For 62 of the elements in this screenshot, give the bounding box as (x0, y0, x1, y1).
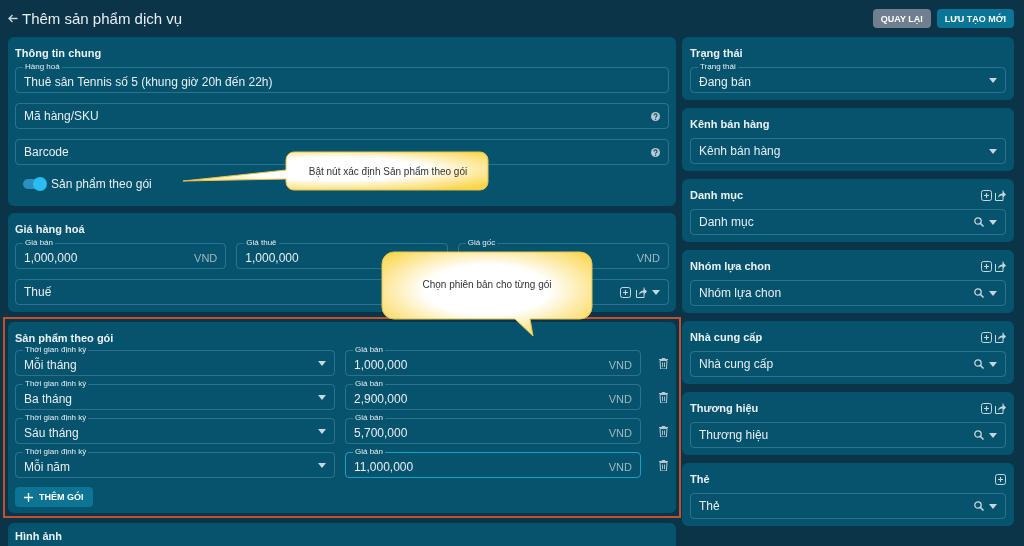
callout-tooltip: Bật nút xác định Sản phẩm theo gói (180, 150, 490, 192)
trash-icon[interactable] (659, 459, 668, 471)
trash-icon[interactable] (659, 391, 668, 403)
toggle-label: Sản phẩm theo gói (51, 177, 152, 191)
add-icon[interactable] (620, 286, 631, 298)
card-title: Thương hiệu (690, 402, 759, 414)
caret-icon[interactable] (989, 290, 997, 296)
add-icon[interactable] (981, 331, 992, 343)
caret-icon[interactable] (989, 361, 997, 367)
caret-icon[interactable] (318, 394, 326, 400)
share-icon[interactable] (636, 286, 647, 298)
add-package-button[interactable]: THÊM GÓI (15, 487, 93, 507)
dropdown-field[interactable]: Nhà cung cấp (690, 351, 1006, 377)
card-title: Kênh bán hàng (690, 118, 770, 130)
share-icon[interactable] (995, 402, 1006, 414)
caret-icon[interactable] (318, 462, 326, 468)
dropdown-field[interactable]: Nhóm lựa chon (690, 280, 1006, 306)
search-icon[interactable] (974, 217, 984, 227)
help-icon[interactable] (651, 147, 660, 157)
card-title: Thẻ (690, 473, 710, 485)
search-icon[interactable] (974, 501, 984, 511)
dropdown-field[interactable]: Danh mục (690, 209, 1006, 235)
add-icon[interactable] (981, 402, 992, 414)
card-title: Nhóm lựa chon (690, 260, 771, 272)
card-title: Giá hàng hoá (15, 223, 85, 235)
share-icon[interactable] (995, 260, 1006, 272)
card-title: Thông tin chung (15, 47, 102, 59)
share-icon[interactable] (995, 189, 1006, 201)
help-icon[interactable] (651, 111, 660, 121)
search-icon[interactable] (974, 430, 984, 440)
search-icon[interactable] (974, 288, 984, 298)
plus-icon (24, 492, 33, 502)
dropdown-field[interactable]: Thương hiệu (690, 422, 1006, 448)
caret-icon[interactable] (652, 289, 660, 295)
card-title: Nhà cung cấp (690, 331, 763, 343)
caret-icon[interactable] (318, 360, 326, 366)
caret-icon[interactable] (318, 428, 326, 434)
caret-icon[interactable] (989, 148, 997, 154)
text-field[interactable]: Mã hàng/SKU (15, 103, 669, 129)
page-title: Thêm sản phẩm dịch vụ (22, 10, 183, 27)
back-button[interactable]: QUAY LẠI (872, 9, 931, 28)
share-icon[interactable] (995, 331, 1006, 343)
toggle-switch[interactable] (23, 179, 45, 189)
add-icon[interactable] (981, 189, 992, 201)
caret-icon[interactable] (989, 432, 997, 438)
caret-icon[interactable] (989, 219, 997, 225)
dropdown-field[interactable]: Thẻ (690, 493, 1006, 519)
trash-icon[interactable] (659, 425, 668, 437)
card-title: Danh mục (690, 189, 744, 201)
card-title: Trạng thái (690, 47, 743, 59)
caret-icon[interactable] (989, 77, 997, 83)
back-arrow-icon[interactable] (8, 14, 18, 23)
card-title: Hình ảnh (15, 530, 63, 542)
search-icon[interactable] (974, 359, 984, 369)
add-icon[interactable] (981, 260, 992, 272)
add-icon[interactable] (995, 473, 1006, 485)
save-button[interactable]: LƯU TẠO MỚI (936, 9, 1014, 28)
card-title: Sản phẩm theo gói (15, 332, 114, 344)
trash-icon[interactable] (659, 357, 668, 369)
callout-tooltip: Chọn phiên bản cho từng gói (380, 250, 594, 338)
dropdown-field[interactable]: Kênh bán hàng (690, 138, 1006, 164)
caret-icon[interactable] (989, 503, 997, 509)
